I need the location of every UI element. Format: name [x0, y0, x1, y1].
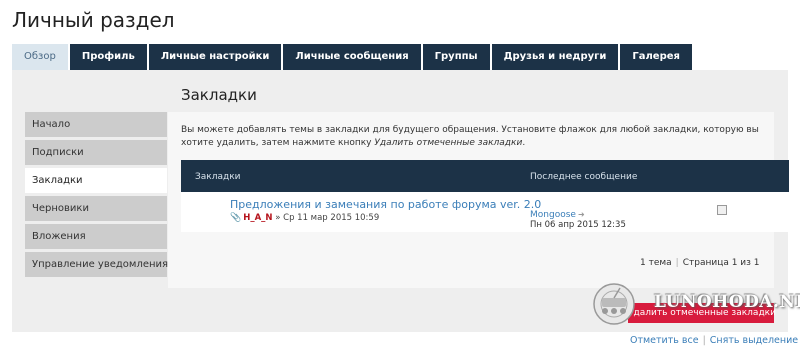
tab-groups[interactable]: Группы	[422, 44, 490, 70]
sidebar: Начало Подписки Закладки Черновики Вложе…	[25, 112, 182, 280]
mark-all-link[interactable]: Отметить все	[630, 335, 699, 346]
tab-friends-foes[interactable]: Друзья и недруги	[491, 44, 619, 70]
pagination-separator: |	[675, 258, 679, 268]
bookmarks-table-header: Закладки Последнее сообщение	[181, 160, 789, 192]
last-post-date: Пн 06 апр 2015 12:35	[530, 220, 626, 230]
column-header-bookmarks: Закладки	[195, 172, 241, 182]
sidebar-item-bookmarks[interactable]: Закладки	[25, 168, 167, 193]
description-text: Вы можете добавлять темы в закладки для …	[181, 124, 763, 150]
topic-link[interactable]: Предложения и замечания по работе форума…	[230, 198, 541, 211]
tab-bar: Обзор Профиль Личные настройки Личные со…	[12, 44, 694, 70]
last-post-author-link: Mongoose ➜	[530, 210, 585, 220]
lunokhod-logo	[593, 283, 635, 325]
tab-overview[interactable]: Обзор	[12, 44, 68, 70]
paperclip-icon: 📎	[230, 213, 242, 223]
link-separator: |	[702, 335, 706, 346]
sidebar-item-notifications[interactable]: Управление уведомлениями	[25, 252, 182, 277]
sidebar-item-drafts[interactable]: Черновики	[25, 196, 167, 221]
page-indicator: Страница 1 из 1	[682, 258, 760, 268]
column-header-last-post: Последнее сообщение	[530, 172, 638, 182]
watermark-text: LUNOHODA.NET	[654, 292, 800, 312]
post-date: » Ср 11 мар 2015 10:59	[275, 213, 380, 223]
unmark-all-link[interactable]: Снять выделение	[710, 335, 798, 346]
pagination: 1 тема | Страница 1 из 1	[640, 258, 760, 268]
description-emphasis: Удалить отмеченные закладки	[374, 138, 523, 148]
tab-preferences[interactable]: Личные настройки	[148, 44, 282, 70]
topic-meta: 📎 H_A_N » Ср 11 мар 2015 10:59	[230, 213, 379, 223]
last-post-author[interactable]: Mongoose	[530, 210, 576, 220]
topic-count: 1 тема	[640, 258, 672, 268]
tab-gallery[interactable]: Галерея	[620, 44, 692, 70]
sidebar-item-attachments[interactable]: Вложения	[25, 224, 167, 249]
tab-private-messages[interactable]: Личные сообщения	[283, 44, 421, 70]
bottom-links: Отметить все | Снять выделение	[630, 335, 798, 346]
page-title: Личный раздел	[12, 8, 175, 32]
tab-profile[interactable]: Профиль	[69, 44, 147, 70]
section-title: Закладки	[181, 86, 257, 104]
description-end: .	[522, 138, 526, 148]
arrow-right-icon[interactable]: ➜	[578, 210, 585, 219]
watermark: LUNOHODA.NET	[590, 278, 800, 330]
sidebar-item-subscriptions[interactable]: Подписки	[25, 140, 167, 165]
table-row: Предложения и замечания по работе форума…	[181, 192, 789, 232]
sidebar-item-front[interactable]: Начало	[25, 112, 167, 137]
bookmark-checkbox[interactable]	[717, 205, 727, 215]
author-link[interactable]: H_A_N	[243, 213, 272, 223]
